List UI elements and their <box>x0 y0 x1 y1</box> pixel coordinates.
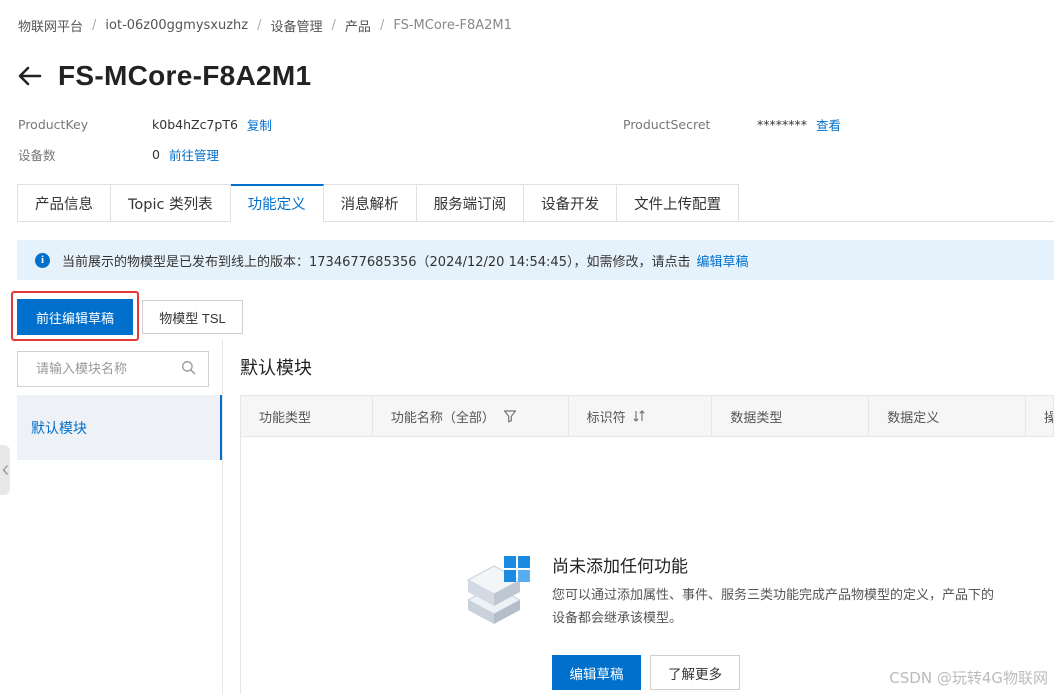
page-title: FS-MCore-F8A2M1 <box>58 60 312 91</box>
empty-state-title: 尚未添加任何功能 <box>552 557 688 577</box>
breadcrumb-separator: / <box>257 17 262 33</box>
edit-draft-button[interactable]: 编辑草稿 <box>552 655 641 690</box>
go-edit-draft-button[interactable]: 前往编辑草稿 <box>17 299 133 335</box>
device-count-label: 设备数 <box>18 147 56 163</box>
copy-link[interactable]: 复制 <box>247 115 272 134</box>
search-icon[interactable] <box>181 360 196 379</box>
product-key-label: ProductKey <box>18 116 89 132</box>
notice-text: 当前展示的物模型是已发布到线上的版本：1734677685356（2024/12… <box>62 254 691 270</box>
product-key-value: k0b4hZc7pT6 <box>152 116 238 132</box>
filter-icon[interactable] <box>503 409 517 423</box>
learn-more-button[interactable]: 了解更多 <box>650 655 740 690</box>
breadcrumb: 物联网平台 / iot-06z00ggmysxuzhz / 设备管理 / 产品 … <box>18 16 512 35</box>
sort-icon[interactable] <box>632 409 646 423</box>
breadcrumb-separator: / <box>92 17 97 33</box>
function-table-header: 功能类型 功能名称（全部） 标识符 数据类型 数据定义 操作 <box>240 395 1054 437</box>
product-key-row: ProductKey k0b4hZc7pT6 复制 <box>18 115 272 133</box>
sidebar-divider <box>222 340 223 694</box>
section-title: 默认模块 <box>240 358 312 379</box>
tsl-button[interactable]: 物模型 TSL <box>142 300 243 334</box>
back-arrow-icon[interactable] <box>16 62 44 90</box>
module-search-input[interactable] <box>36 361 181 377</box>
breadcrumb-item-current: FS-MCore-F8A2M1 <box>393 17 512 33</box>
info-icon: i <box>35 252 50 268</box>
chevron-left-icon <box>2 465 8 475</box>
tab-device-development[interactable]: 设备开发 <box>524 184 618 222</box>
product-secret-row: ProductSecret ******** 查看 <box>623 115 841 133</box>
empty-state-illustration-icon <box>464 550 534 624</box>
tab-function-definition[interactable]: 功能定义 <box>230 184 324 222</box>
column-header-function-name: 功能名称（全部） <box>373 396 569 436</box>
product-secret-label: ProductSecret <box>623 116 711 132</box>
view-secret-link[interactable]: 查看 <box>816 115 841 134</box>
page-header: FS-MCore-F8A2M1 <box>16 56 311 96</box>
tab-file-upload-config[interactable]: 文件上传配置 <box>617 184 740 222</box>
tab-bar: 产品信息 Topic 类列表 功能定义 消息解析 服务端订阅 设备开发 文件上传… <box>17 184 740 222</box>
column-header-function-type: 功能类型 <box>241 396 373 436</box>
tab-message-parsing[interactable]: 消息解析 <box>323 184 417 222</box>
empty-state-description: 您可以通过添加属性、事件、服务三类功能完成产品物模型的定义，产品下的设备都会继承… <box>552 588 995 626</box>
sidebar-item-default-module[interactable]: 默认模块 <box>17 395 222 460</box>
manage-devices-link[interactable]: 前往管理 <box>169 145 219 164</box>
breadcrumb-item-device-management[interactable]: 设备管理 <box>271 16 323 35</box>
column-header-data-definition: 数据定义 <box>869 396 1027 436</box>
info-notice: i 当前展示的物模型是已发布到线上的版本：1734677685356（2024/… <box>17 240 1054 280</box>
breadcrumb-item-instance[interactable]: iot-06z00ggmysxuzhz <box>105 18 248 33</box>
device-count-value: 0 <box>152 146 160 162</box>
breadcrumb-item-product[interactable]: 产品 <box>345 16 371 35</box>
watermark: CSDN @玩转4G物联网 <box>889 669 1048 687</box>
tab-product-info[interactable]: 产品信息 <box>17 184 111 222</box>
breadcrumb-separator: / <box>379 17 385 33</box>
device-count-row: 设备数 0 前往管理 <box>18 145 219 163</box>
column-header-data-type: 数据类型 <box>712 396 870 436</box>
column-header-actions: 操作 <box>1026 396 1054 436</box>
notice-edit-draft-link[interactable]: 编辑草稿 <box>696 251 748 270</box>
tab-server-subscription[interactable]: 服务端订阅 <box>416 184 525 222</box>
column-header-identifier: 标识符 <box>569 396 713 436</box>
breadcrumb-separator: / <box>331 17 336 33</box>
collapse-sidebar-handle[interactable] <box>0 445 10 495</box>
breadcrumb-item-platform[interactable]: 物联网平台 <box>18 16 83 35</box>
tab-topic-list[interactable]: Topic 类列表 <box>111 184 231 222</box>
product-secret-value: ******** <box>757 116 807 132</box>
module-search <box>17 351 209 387</box>
